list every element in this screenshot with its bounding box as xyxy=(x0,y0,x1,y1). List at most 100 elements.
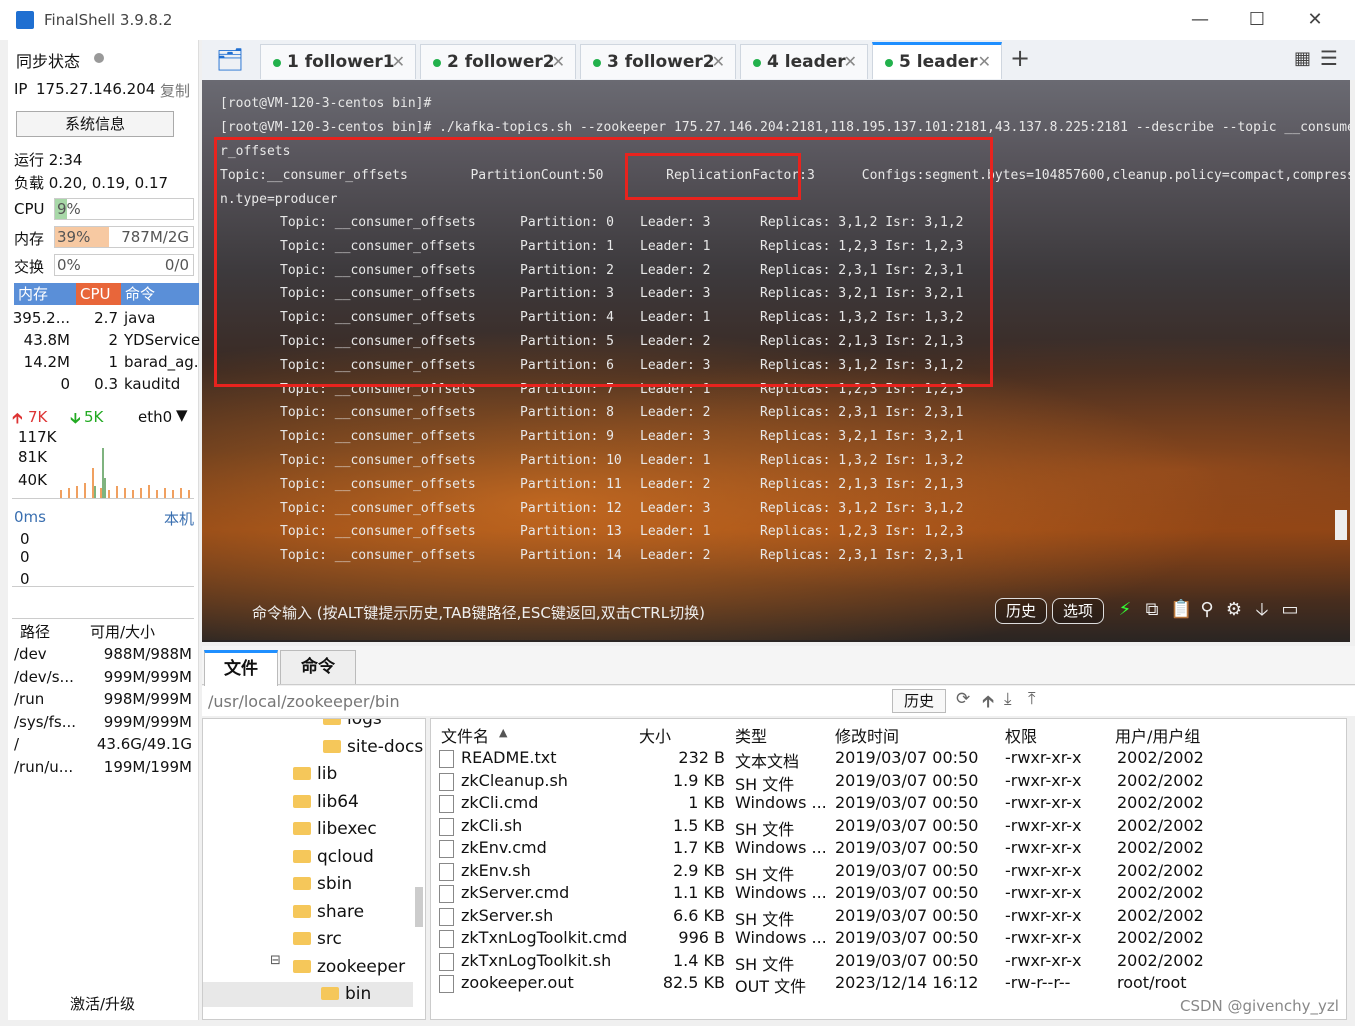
minimize-button[interactable]: — xyxy=(1185,8,1215,32)
file-row[interactable]: zkServer.cmd 1.1 KB Windows ... 2019/03/… xyxy=(431,882,1231,904)
disk-row[interactable]: /dev/s... 999M/999M xyxy=(12,668,194,690)
disk-row[interactable]: /run/u... 199M/199M xyxy=(12,758,194,780)
upload-file-icon[interactable]: ⤒ xyxy=(1028,689,1036,709)
process-command: java xyxy=(124,309,156,327)
close-tab-icon[interactable]: ✕ xyxy=(978,45,991,79)
tree-folder-item[interactable]: bin xyxy=(203,982,413,1007)
process-cpu: 1 xyxy=(108,353,118,371)
file-row[interactable]: zkCli.sh 1.5 KB SH 文件 2019/03/07 00:50 -… xyxy=(431,815,1231,839)
add-tab-icon[interactable]: + xyxy=(1010,44,1030,72)
close-tab-icon[interactable]: ✕ xyxy=(392,45,405,79)
tree-folder-label: logs xyxy=(347,718,382,729)
file-row[interactable]: zkCleanup.sh 1.9 KB SH 文件 2019/03/07 00:… xyxy=(431,770,1231,794)
current-path-input[interactable]: /usr/local/zookeeper/bin xyxy=(208,692,400,711)
close-tab-icon[interactable]: ✕ xyxy=(552,45,565,79)
tree-folder-item[interactable]: lib64 xyxy=(203,790,413,815)
paste-icon[interactable]: 📋 xyxy=(1170,600,1192,620)
terminal-line: [root@VM-120-3-centos bin]# xyxy=(220,96,432,111)
column-header-mtime[interactable]: 修改时间 xyxy=(835,723,899,747)
tree-scrollbar[interactable] xyxy=(415,887,423,927)
copy-icon[interactable]: ⧉ xyxy=(1142,600,1162,620)
file-row[interactable]: zkEnv.sh 2.9 KB SH 文件 2019/03/07 00:50 -… xyxy=(431,860,1231,884)
session-tab-3[interactable]: 3 follower2 ✕ xyxy=(580,44,736,79)
file-row[interactable]: zkTxnLogToolkit.cmd 996 B Windows ... 20… xyxy=(431,927,1231,949)
tree-folder-item[interactable]: src xyxy=(203,927,413,952)
watermark: CSDN @givenchy_yzl xyxy=(1180,997,1339,1015)
refresh-icon[interactable]: ⟳ xyxy=(956,689,970,709)
ip-label: IP xyxy=(14,80,28,98)
file-row[interactable]: zkServer.sh 6.6 KB SH 文件 2019/03/07 00:5… xyxy=(431,905,1231,929)
folder-icon xyxy=(323,739,341,753)
tree-folder-item[interactable]: sbin xyxy=(203,872,413,897)
online-status-icon xyxy=(753,59,761,67)
activate-upgrade-link[interactable]: 激活/升级 xyxy=(70,993,135,1014)
partition-topic: Topic: __consumer_offsets xyxy=(280,453,476,468)
disk-header-size[interactable]: 可用/大小 xyxy=(90,621,155,642)
process-row[interactable]: 14.2M 1 barad_ag. xyxy=(14,352,199,374)
maximize-button[interactable]: ☐ xyxy=(1242,8,1272,32)
file-row[interactable]: README.txt 232 B 文本文档 2019/03/07 00:50 -… xyxy=(431,747,1231,771)
session-tab-4[interactable]: 4 leader ✕ xyxy=(740,44,868,79)
close-tab-icon[interactable]: ✕ xyxy=(844,45,857,79)
column-header-permission[interactable]: 权限 xyxy=(1005,723,1037,747)
process-row[interactable]: 43.8M 2 YDService xyxy=(14,330,201,352)
proc-header-mem[interactable]: 内存 xyxy=(14,283,80,305)
disk-path: / xyxy=(14,735,20,753)
history-button[interactable]: 历史 xyxy=(995,598,1047,624)
up-directory-icon[interactable]: 🡱 xyxy=(982,689,994,718)
open-folder-icon[interactable]: 🗂 xyxy=(216,48,244,73)
disk-header-path[interactable]: 路径 xyxy=(20,621,50,642)
column-header-name[interactable]: 文件名 xyxy=(441,723,489,747)
tree-folder-item[interactable]: qcloud xyxy=(203,845,413,870)
column-header-owner[interactable]: 用户/用户组 xyxy=(1115,723,1200,747)
search-icon[interactable]: ⚲ xyxy=(1197,600,1217,620)
tab-files[interactable]: 文件 xyxy=(204,650,278,686)
system-info-button[interactable]: 系统信息 xyxy=(16,111,174,137)
tree-folder-item[interactable]: share xyxy=(203,900,413,925)
disk-size: 999M/999M xyxy=(103,712,192,731)
command-input-hint[interactable]: 命令输入 (按ALT键提示历史,TAB键路径,ESC键返回,双击CTRL切换) xyxy=(252,602,705,623)
file-row[interactable]: zkTxnLogToolkit.sh 1.4 KB SH 文件 2019/03/… xyxy=(431,950,1231,974)
session-tab-2[interactable]: 2 follower2 ✕ xyxy=(420,44,576,79)
cpu-label: CPU xyxy=(14,200,45,218)
path-history-button[interactable]: 历史 xyxy=(892,689,946,713)
tree-folder-item[interactable]: lib xyxy=(203,762,413,787)
close-button[interactable]: ✕ xyxy=(1300,8,1330,32)
lightning-icon[interactable]: ⚡ xyxy=(1115,600,1135,620)
file-row[interactable]: zkCli.cmd 1 KB Windows ... 2019/03/07 00… xyxy=(431,792,1231,814)
close-tab-icon[interactable]: ✕ xyxy=(712,45,725,79)
menu-icon[interactable]: ☰ xyxy=(1320,46,1338,70)
session-tab-1[interactable]: 1 follower1 ✕ xyxy=(260,44,416,79)
copy-ip-link[interactable]: 复制 xyxy=(160,80,190,101)
net-interface-select[interactable]: eth0 xyxy=(138,408,172,426)
tree-folder-item[interactable]: libexec xyxy=(203,817,413,842)
disk-row[interactable]: / 43.6G/49.1G xyxy=(12,735,194,757)
download-file-icon[interactable]: ⤓ xyxy=(1004,689,1012,709)
tree-folder-item[interactable]: site-docs xyxy=(203,735,423,760)
disk-row[interactable]: /dev 988M/988M xyxy=(12,645,194,667)
tab-commands[interactable]: 命令 xyxy=(280,650,356,684)
gear-icon[interactable]: ⚙ xyxy=(1224,600,1244,620)
options-button[interactable]: 选项 xyxy=(1052,598,1104,624)
process-row[interactable]: 0 0.3 kauditd xyxy=(14,374,194,396)
grid-view-icon[interactable]: ▦ xyxy=(1294,48,1311,69)
disk-row[interactable]: /sys/fs... 999M/999M xyxy=(12,713,194,735)
process-row[interactable]: 395.2... 2.7 java xyxy=(13,308,194,330)
file-size: 232 B xyxy=(678,748,725,767)
file-row[interactable]: zookeeper.out 82.5 KB OUT 文件 2023/12/14 … xyxy=(431,972,1231,996)
disk-row[interactable]: /run 998M/999M xyxy=(12,690,194,712)
column-header-size[interactable]: 大小 xyxy=(639,723,671,747)
file-row[interactable]: zkEnv.cmd 1.7 KB Windows ... 2019/03/07 … xyxy=(431,837,1231,859)
collapse-node-icon[interactable]: ⊟ xyxy=(270,953,281,968)
download-icon[interactable]: 🡣 xyxy=(1252,600,1272,620)
proc-header-cpu[interactable]: CPU xyxy=(76,283,124,305)
session-tab-5[interactable]: 5 leader ✕ xyxy=(872,42,1002,79)
column-header-type[interactable]: 类型 xyxy=(735,723,767,747)
fullscreen-icon[interactable]: ▭ xyxy=(1280,600,1300,620)
proc-header-cmd[interactable]: 命令 xyxy=(121,283,199,305)
terminal-view[interactable]: [root@VM-120-3-centos bin]# [root@VM-120… xyxy=(202,80,1350,642)
chevron-down-icon[interactable]: ▼ xyxy=(176,406,188,424)
tree-folder-item[interactable]: logs xyxy=(203,718,413,732)
terminal-scrollbar[interactable] xyxy=(1335,510,1347,540)
tree-folder-item[interactable]: zookeeper xyxy=(203,955,413,980)
